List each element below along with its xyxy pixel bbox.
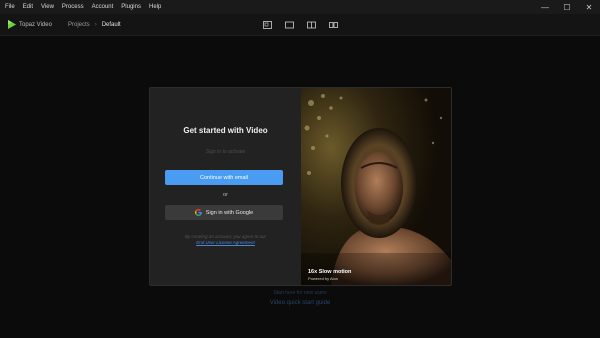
menu-view[interactable]: View: [37, 0, 58, 14]
menu-help[interactable]: Help: [145, 0, 165, 14]
split-view-icon[interactable]: [306, 19, 317, 30]
legal-notice: By creating an account, you agree to our…: [150, 234, 301, 246]
legal-text: By creating an account, you agree to our: [184, 234, 267, 239]
menu-process[interactable]: Process: [58, 0, 88, 14]
topaz-logo-icon: [8, 20, 16, 29]
start-here-text: Start here for new users: [273, 290, 327, 296]
app-logo: Topaz Video: [8, 20, 52, 29]
side-by-side-view-icon[interactable]: [328, 19, 339, 30]
menu-plugins[interactable]: Plugins: [117, 0, 145, 14]
toolbar: Topaz Video Projects › Default: [0, 14, 600, 36]
promo-caption-subtitle: Powered by Aion: [308, 276, 339, 281]
promo-image: [301, 88, 451, 285]
minimize-button[interactable]: —: [534, 0, 556, 14]
dialog-title: Get started with Video: [183, 126, 268, 135]
crop-view-icon[interactable]: [284, 19, 295, 30]
app-name: Topaz Video: [19, 21, 52, 28]
continue-with-email-button[interactable]: Continue with email: [165, 170, 283, 185]
window-controls: — ☐ ✕: [534, 0, 600, 14]
eula-link[interactable]: End User License Agreement: [150, 240, 301, 246]
signin-pane: Get started with Video Sign in to activa…: [150, 88, 301, 285]
breadcrumb-projects[interactable]: Projects: [68, 22, 90, 28]
or-divider: or: [223, 192, 228, 198]
promo-pane: 16x Slow motion Powered by Aion: [301, 88, 451, 285]
promo-caption-title: 16x Slow motion: [308, 269, 352, 275]
menu-edit[interactable]: Edit: [19, 0, 37, 14]
google-button-label: Sign in with Google: [205, 209, 254, 216]
maximize-button[interactable]: ☐: [556, 0, 578, 14]
sign-in-with-google-button[interactable]: Sign in with Google: [165, 205, 283, 220]
close-button[interactable]: ✕: [578, 0, 600, 14]
single-view-icon[interactable]: [262, 19, 273, 30]
breadcrumb-current: Default: [101, 22, 121, 28]
signin-hint: Sign in to activate: [205, 149, 246, 155]
google-icon: [194, 209, 202, 216]
signin-dialog: Get started with Video Sign in to activa…: [149, 87, 452, 286]
quick-start-guide-link[interactable]: Video quick start guide: [0, 300, 600, 306]
menu-account[interactable]: Account: [88, 0, 118, 14]
chevron-right-icon: ›: [94, 22, 97, 28]
menu-bar: File Edit View Process Account Plugins H…: [0, 0, 600, 14]
view-mode-buttons: [262, 19, 339, 30]
breadcrumb: Projects › Default: [68, 14, 121, 36]
menu-file[interactable]: File: [0, 0, 19, 14]
